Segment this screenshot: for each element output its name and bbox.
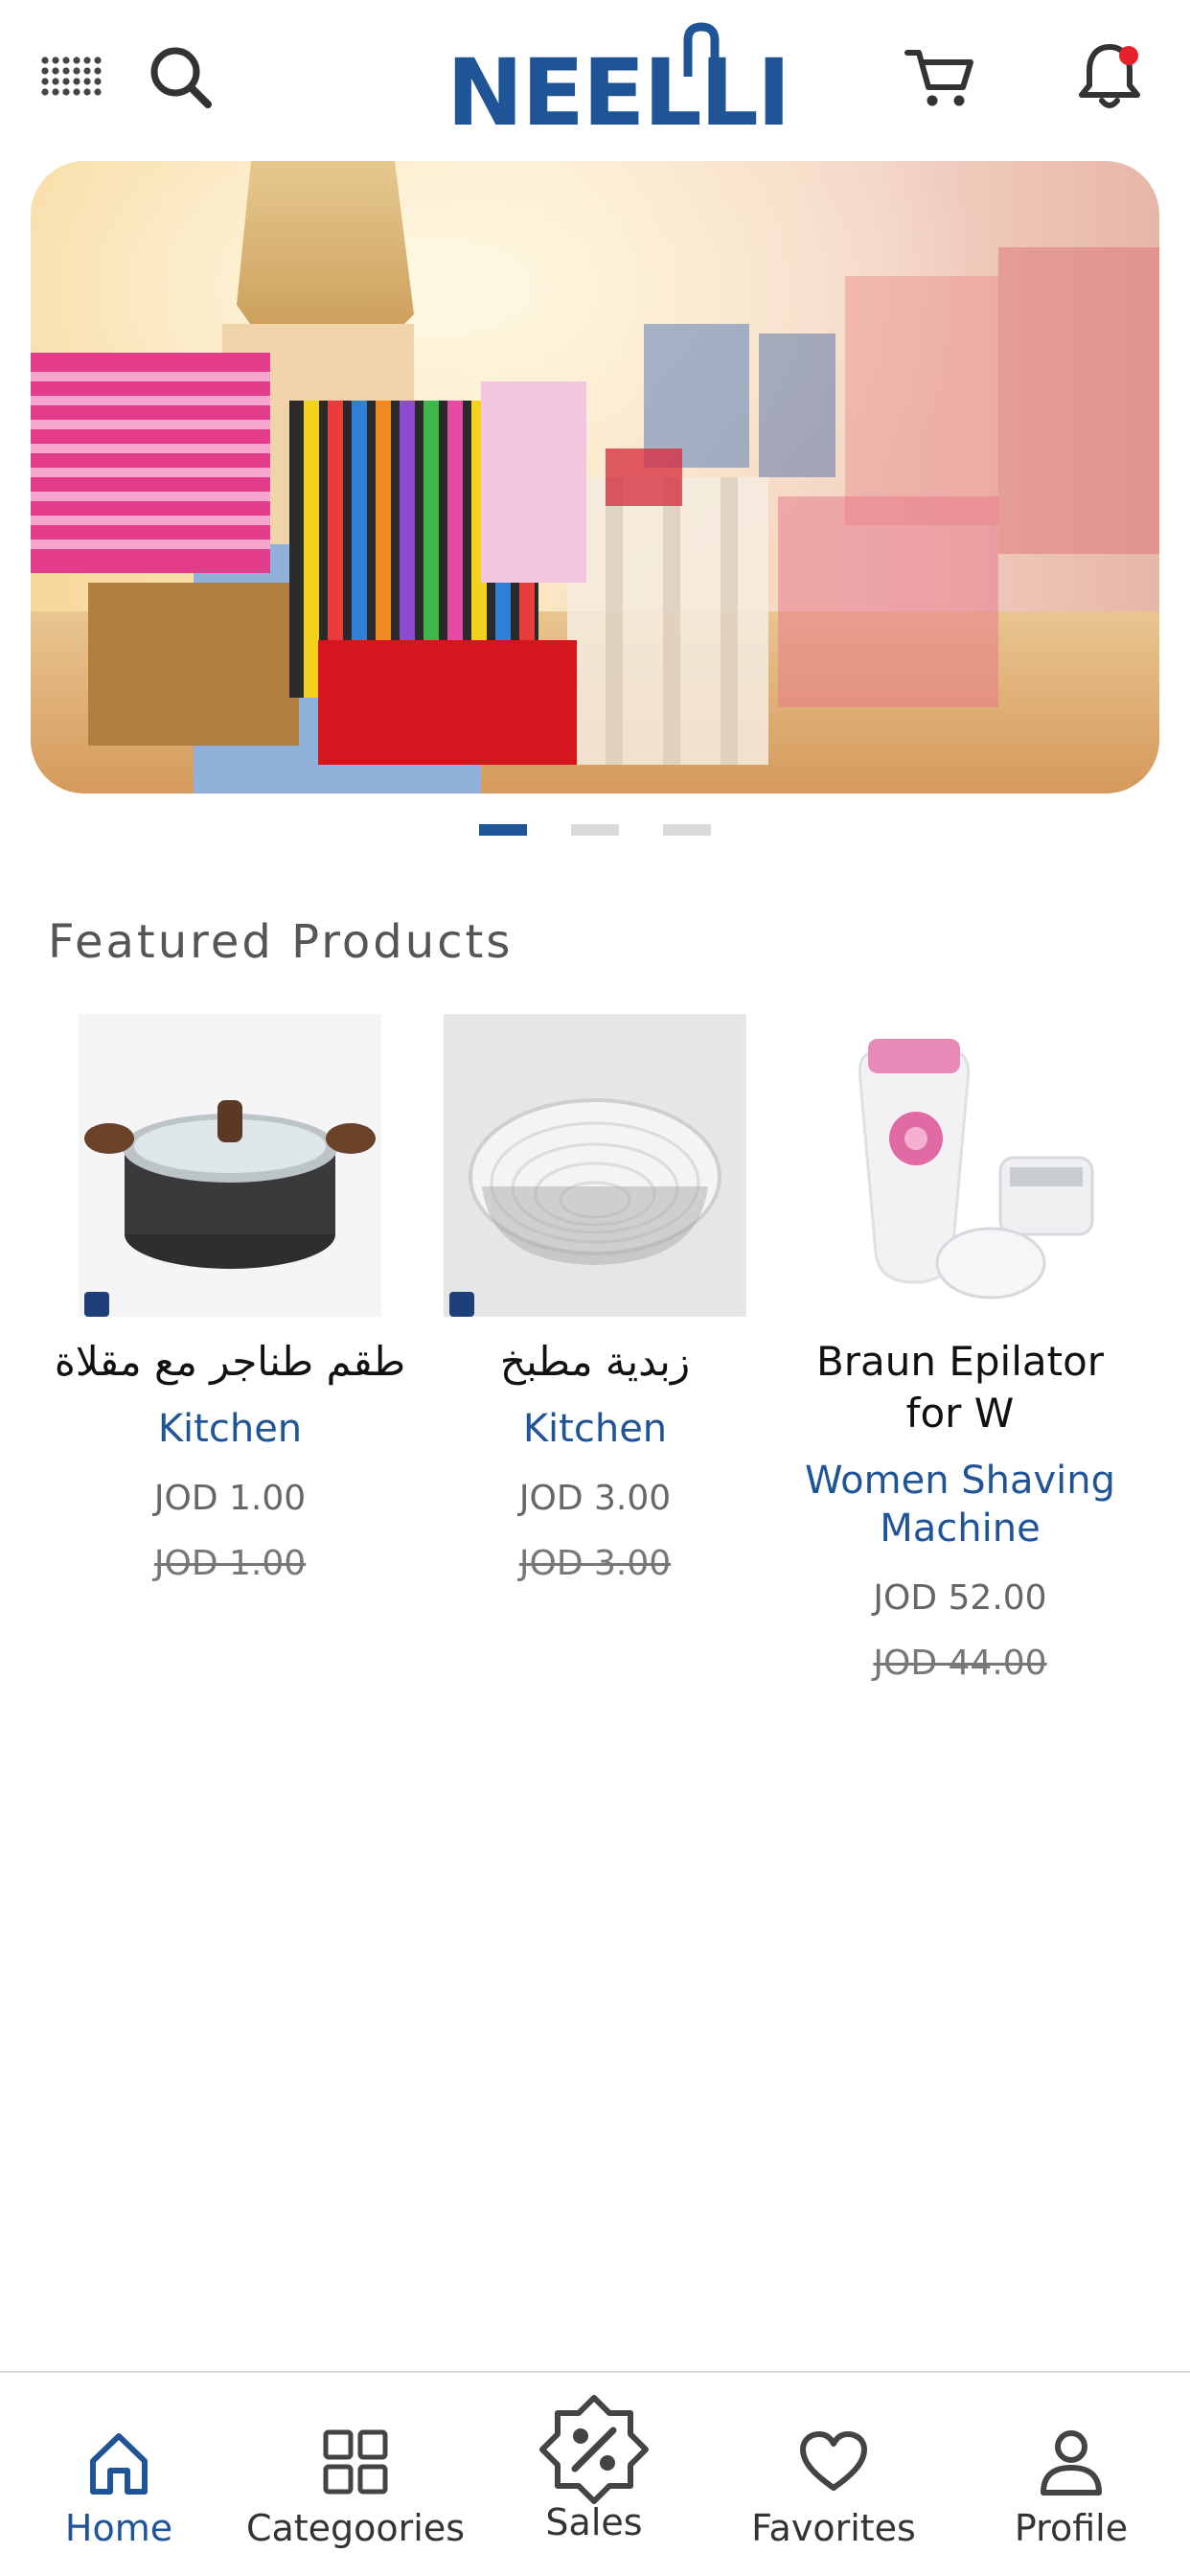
discount-badge-icon — [539, 2395, 649, 2504]
search-icon — [150, 47, 212, 108]
product-category[interactable]: Kitchen — [523, 1405, 667, 1453]
product-old-price: JOD 44.00 — [873, 1644, 1047, 1683]
product-old-price: JOD 3.00 — [518, 1544, 672, 1583]
product-price: JOD 1.00 — [153, 1479, 307, 1518]
user-icon — [1041, 2430, 1102, 2496]
nav-favorites[interactable]: Favorites — [738, 2373, 929, 2576]
notifications-button[interactable] — [1071, 38, 1148, 115]
product-card[interactable]: Braun Epilator for W Women Shaving Machi… — [778, 1014, 1142, 1685]
cart-button[interactable] — [901, 38, 977, 115]
nav-categories[interactable]: Categoories — [245, 2373, 466, 2576]
product-name: زبدية مطبخ — [499, 1338, 691, 1385]
logo-text: NEELLI — [446, 39, 791, 147]
bottom-navigation: Home Categoories Sales Favorites Profile — [0, 2371, 1190, 2576]
product-category[interactable]: Women Shaving Machine — [778, 1457, 1142, 1552]
nav-home[interactable]: Home — [52, 2373, 186, 2576]
home-icon — [90, 2433, 148, 2495]
nav-categories-label: Categoories — [245, 2507, 466, 2549]
app-header: NEELLI — [0, 0, 1190, 153]
nav-sales[interactable]: Sales — [527, 2373, 661, 2576]
heart-icon — [800, 2431, 867, 2491]
product-image — [809, 1014, 1111, 1317]
product-name: طقم طناجر مع مقلاة — [54, 1338, 406, 1385]
menu-button[interactable] — [34, 38, 111, 115]
banner-pagination — [0, 824, 1190, 836]
nav-sales-label: Sales — [545, 2501, 643, 2543]
product-price: JOD 52.00 — [873, 1578, 1047, 1618]
nav-home-label: Home — [64, 2507, 173, 2549]
product-card[interactable]: طقم طناجر مع مقلاة Kitchen JOD 1.00 JOD … — [48, 1014, 412, 1685]
product-image — [79, 1014, 381, 1317]
pagination-dot-2[interactable] — [571, 824, 619, 836]
product-card[interactable]: زبدية مطبخ Kitchen JOD 3.00 JOD 3.00 — [413, 1014, 777, 1685]
menu-icon — [41, 57, 102, 96]
product-image — [444, 1014, 746, 1317]
brand-logo[interactable]: NEELLI — [446, 19, 791, 139]
pagination-dot-1[interactable] — [479, 824, 527, 836]
product-old-price: JOD 1.00 — [153, 1544, 307, 1583]
search-button[interactable] — [142, 38, 218, 115]
cart-icon — [904, 50, 973, 106]
product-list: طقم طناجر مع مقلاة Kitchen JOD 1.00 JOD … — [48, 1014, 1142, 1685]
epilator-image — [809, 1014, 1111, 1317]
pagination-dot-3[interactable] — [663, 824, 711, 836]
nav-favorites-label: Favorites — [751, 2507, 916, 2549]
bowl-image — [444, 1014, 746, 1317]
grid-icon — [323, 2429, 388, 2495]
product-name: Braun Epilator for W — [815, 1338, 1105, 1437]
banner-image — [31, 161, 1159, 794]
product-category[interactable]: Kitchen — [158, 1405, 302, 1453]
cooking-pot-image — [79, 1014, 381, 1317]
notification-dot — [1119, 46, 1138, 65]
nav-profile[interactable]: Profile — [996, 2373, 1146, 2576]
product-price: JOD 3.00 — [518, 1479, 672, 1518]
promo-banner[interactable] — [31, 161, 1159, 794]
nav-profile-label: Profile — [1014, 2507, 1129, 2549]
featured-title: Featured Products — [48, 915, 514, 969]
